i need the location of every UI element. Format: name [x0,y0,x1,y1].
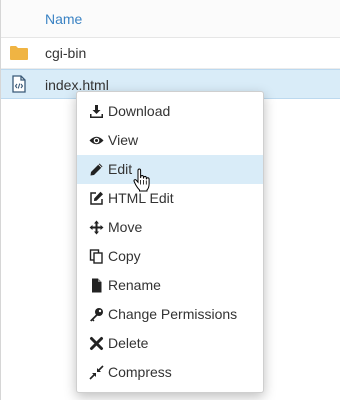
key-icon [90,308,103,322]
context-menu: Download View Edit HTML Edit Move Copy R… [76,91,264,393]
compress-icon [89,365,104,380]
menu-item-change-permissions[interactable]: Change Permissions [77,300,263,329]
code-file-icon [12,75,26,93]
menu-item-move[interactable]: Move [77,213,263,242]
menu-item-copy[interactable]: Copy [77,242,263,271]
table-header: Name [1,0,340,38]
file-list-panel: Name cgi-bin index.html Download View Ed… [0,0,340,400]
menu-item-rename[interactable]: Rename [77,271,263,300]
menu-item-label: Rename [108,277,161,293]
menu-item-label: Delete [108,335,149,351]
menu-item-label: Move [108,219,143,235]
pencil-icon [90,163,103,176]
menu-item-label: Download [108,103,171,119]
menu-item-compress[interactable]: Compress [77,358,263,387]
menu-item-download[interactable]: Download [77,97,263,126]
menu-item-edit[interactable]: Edit [77,155,263,184]
eye-icon [89,136,104,145]
menu-item-label: Edit [108,161,133,177]
file-icon [92,278,102,293]
hand-cursor-icon [133,168,150,192]
copy-icon [89,249,103,264]
menu-item-label: View [108,132,139,148]
move-arrows-icon [89,220,104,235]
name-column-header[interactable]: Name [45,11,82,27]
menu-item-label: Compress [108,364,172,380]
menu-item-label: Change Permissions [108,306,238,322]
edit-square-icon [90,191,103,205]
menu-item-delete[interactable]: Delete [77,329,263,358]
menu-item-label: HTML Edit [108,190,174,206]
file-name: cgi-bin [45,45,87,61]
menu-item-view[interactable]: View [77,126,263,155]
file-row-cgi-bin[interactable]: cgi-bin [1,38,340,68]
menu-item-html-edit[interactable]: HTML Edit [77,184,263,213]
download-icon [90,105,103,118]
menu-item-label: Copy [108,248,141,264]
folder-icon [10,46,28,60]
x-icon [90,337,103,350]
